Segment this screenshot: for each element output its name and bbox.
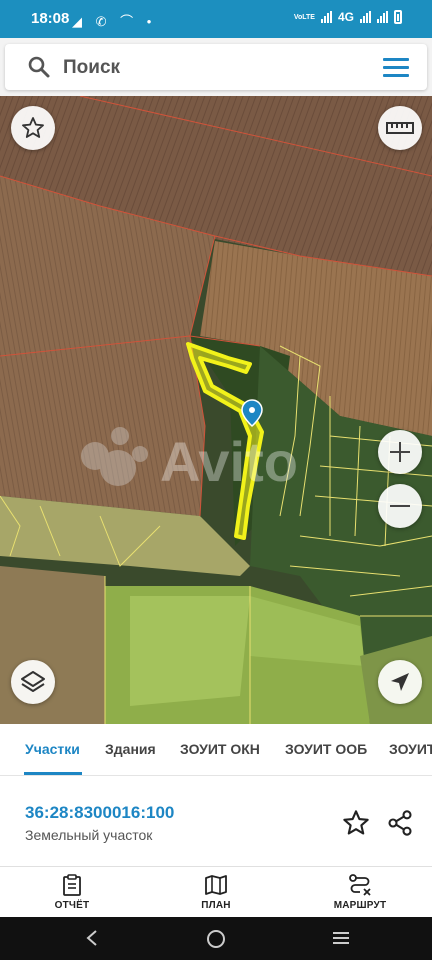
search-input[interactable]: Поиск [63, 57, 120, 79]
favorite-star-icon[interactable] [342, 809, 370, 837]
tab-parcels[interactable]: Участки [25, 741, 80, 757]
report-label: ОТЧЁТ [54, 900, 90, 911]
satellite-map[interactable]: Avito [0, 96, 432, 724]
signal-icon-2 [360, 11, 371, 23]
star-icon [22, 117, 44, 138]
parcel-card[interactable]: 36:28:8300016:100 Земельный участок [0, 777, 432, 867]
favorite-star-button[interactable] [11, 106, 55, 150]
status-bar: 18:08 ◢ ✆ ⌒ • VoLTE 4G [0, 0, 432, 38]
volte-label: VoLTE [293, 13, 315, 21]
ruler-icon [386, 122, 414, 134]
tab-buildings[interactable]: Здания [105, 741, 156, 757]
route-button[interactable]: МАРШРУТ [310, 873, 410, 911]
report-button[interactable]: ОТЧЁТ [22, 873, 122, 911]
search-icon [28, 56, 50, 78]
search-bar[interactable]: Поиск [5, 44, 427, 90]
battery-icon [394, 10, 402, 24]
cadastral-number[interactable]: 36:28:8300016:100 [25, 803, 174, 823]
recent-apps-icon[interactable] [332, 929, 350, 947]
route-icon [349, 874, 371, 896]
layers-button[interactable] [11, 660, 55, 704]
route-label: МАРШРУТ [333, 900, 387, 911]
my-location-button[interactable] [378, 660, 422, 704]
report-icon [63, 874, 81, 896]
tab-zouit-okn[interactable]: ЗОУИТ ОКН [180, 741, 260, 757]
parcel-type: Земельный участок [25, 827, 153, 843]
tab-zouit-oob[interactable]: ЗОУИТ ООБ [285, 741, 367, 757]
plan-label: ПЛАН [201, 900, 231, 911]
zoom-out-button[interactable] [378, 484, 422, 528]
signal-icon [320, 11, 332, 23]
navigation-arrow-icon [391, 673, 409, 691]
plus-icon [390, 442, 410, 462]
menu-icon[interactable] [383, 58, 409, 78]
plan-button[interactable]: ПЛАН [166, 873, 266, 911]
status-time: 18:08 [31, 10, 70, 27]
share-icon[interactable] [386, 809, 414, 837]
network-label: 4G [337, 10, 354, 24]
zoom-in-button[interactable] [378, 430, 422, 474]
search-container: Поиск [0, 38, 432, 96]
active-tab-indicator [24, 772, 82, 775]
map-view[interactable]: Avito [0, 96, 432, 724]
tab-zouit[interactable]: ЗОУИТ [389, 741, 432, 757]
watermark-text: Avito [160, 430, 298, 493]
layers-icon [21, 671, 45, 692]
ruler-button[interactable] [378, 106, 422, 150]
system-nav-bar [0, 917, 432, 960]
map-plan-icon [205, 875, 227, 895]
signal-icon-3 [377, 11, 388, 23]
action-bar: ОТЧЁТ ПЛАН МАРШРУТ [0, 867, 432, 917]
layer-tabs: Участки Здания ЗОУИТ ОКН ЗОУИТ ООБ ЗОУИТ [0, 724, 432, 776]
minus-icon [390, 505, 410, 507]
back-icon[interactable] [84, 929, 100, 947]
notification-icons: ◢ ✆ ⌒ • [72, 14, 157, 29]
home-icon[interactable] [206, 929, 226, 949]
